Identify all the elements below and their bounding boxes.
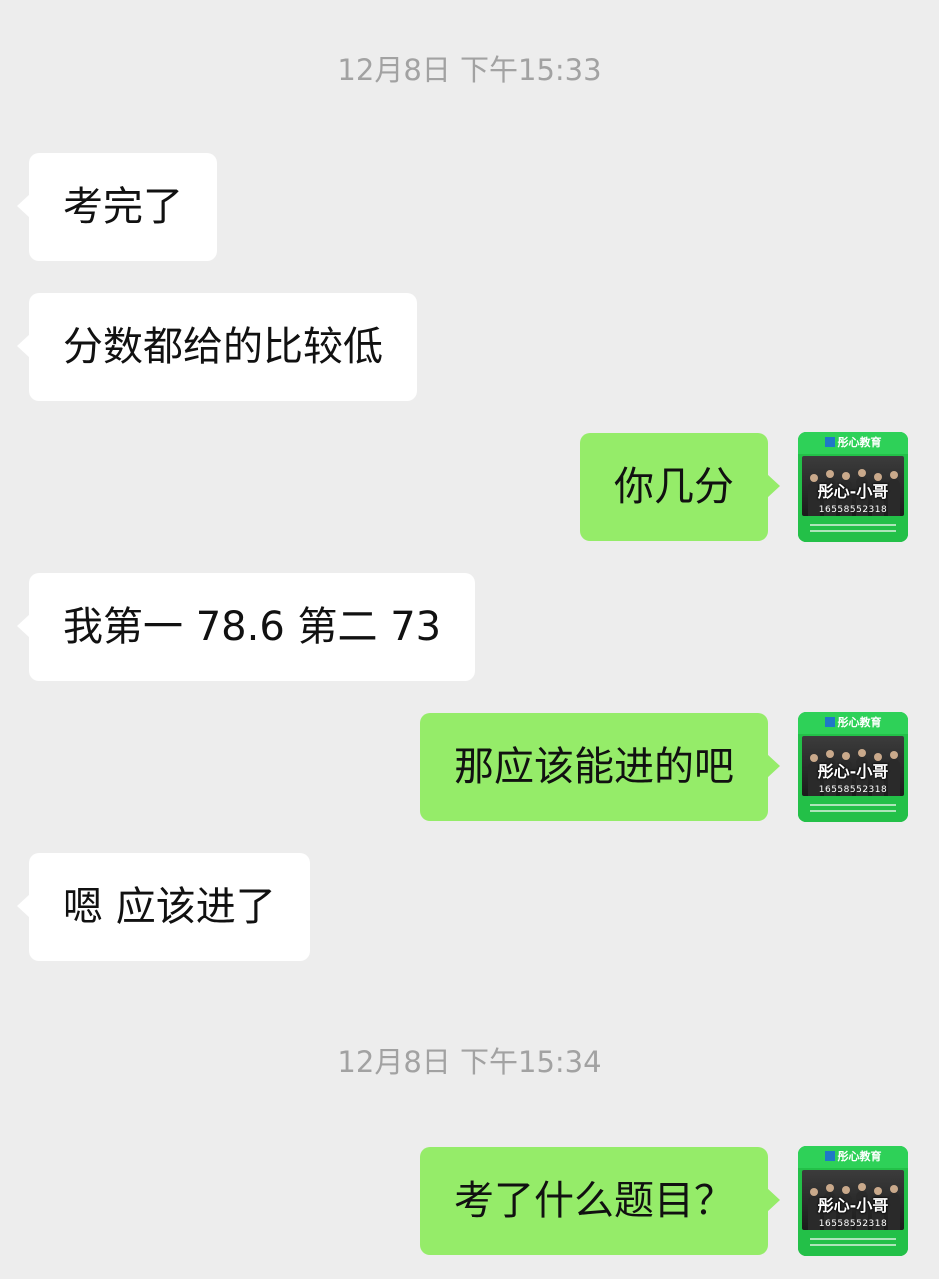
avatar-phone: 16558552318 (818, 1219, 888, 1229)
message-bubble-incoming[interactable]: 我第一 78.6 第二 73 (16, 573, 476, 681)
message-bubble-outgoing[interactable]: 考了什么题目？ (420, 1147, 780, 1255)
avatar-footer (798, 1232, 908, 1256)
message-bubble-outgoing[interactable]: 你几分 (580, 433, 780, 541)
avatar-header-text: 彤心教育 (837, 716, 882, 729)
avatar-phone: 16558552318 (818, 505, 888, 515)
message-bubble-incoming[interactable]: 考完了 (17, 153, 217, 261)
avatar-header: 彤心教育 (798, 432, 908, 454)
avatar-header: 彤心教育 (798, 712, 908, 734)
message-bubble-outgoing[interactable]: 那应该能进的吧 (420, 713, 780, 821)
avatar-name: 彤心-小哥 (817, 762, 889, 781)
avatar-name: 彤心-小哥 (817, 482, 889, 501)
message-bubble-incoming[interactable]: 嗯 应该进了 (17, 853, 310, 961)
avatar-header-text: 彤心教育 (837, 1150, 882, 1163)
avatar-phone: 16558552318 (818, 785, 888, 795)
logo-icon (824, 1151, 835, 1161)
avatar-name: 彤心-小哥 (817, 1196, 889, 1215)
logo-icon (824, 717, 835, 727)
avatar-header-text: 彤心教育 (837, 436, 882, 449)
avatar-header: 彤心教育 (798, 1146, 908, 1168)
avatar[interactable]: 彤心教育 彤心-小哥 16558552318 (798, 1146, 908, 1256)
avatar-footer (798, 518, 908, 542)
avatar[interactable]: 彤心教育 彤心-小哥 16558552318 (798, 712, 908, 822)
chat-area[interactable]: 12月8日 下午15:33 考完了 分数都给的比较低 你几分 彤心教育 彤心-小… (0, 0, 939, 1279)
avatar-footer (798, 798, 908, 822)
avatar[interactable]: 彤心教育 彤心-小哥 16558552318 (798, 432, 908, 542)
logo-icon (824, 437, 835, 447)
message-bubble-incoming[interactable]: 分数都给的比较低 (17, 293, 417, 401)
timestamp: 12月8日 下午15:33 (337, 53, 602, 87)
timestamp: 12月8日 下午15:34 (337, 1045, 602, 1079)
